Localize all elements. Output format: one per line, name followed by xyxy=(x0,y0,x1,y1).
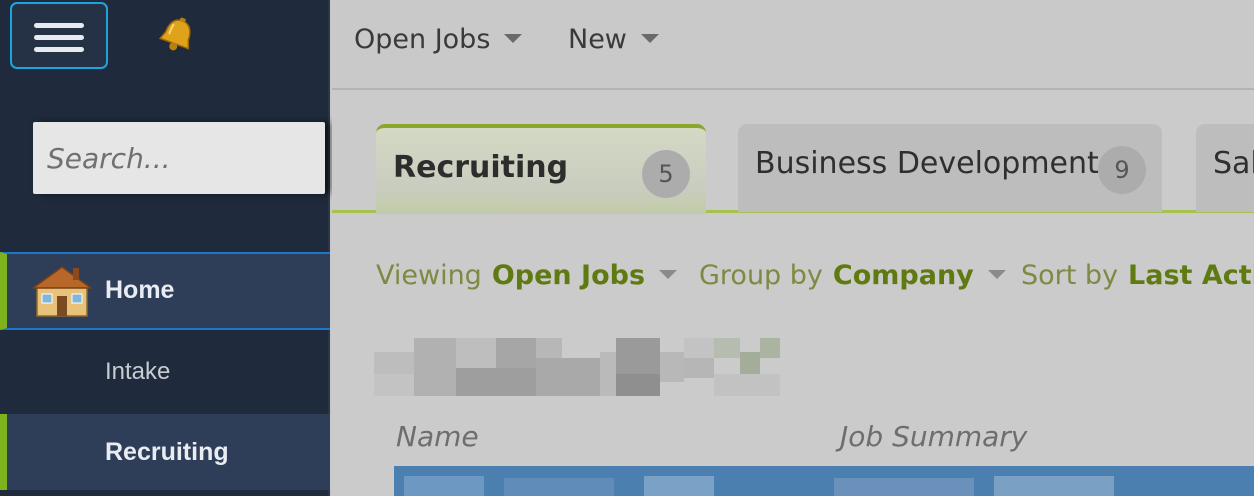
count-badge: 9 xyxy=(1098,146,1146,194)
caret-down-icon xyxy=(659,270,678,279)
tab-business-development[interactable]: Business Development 9 xyxy=(738,124,1162,212)
house-icon xyxy=(33,266,91,317)
sidebar-item-recruiting[interactable]: Recruiting xyxy=(0,414,330,490)
open-jobs-dropdown[interactable]: Open Jobs xyxy=(354,24,523,55)
count-badge: 5 xyxy=(642,150,690,198)
sidebar-item-home[interactable]: Home xyxy=(0,252,330,330)
search-input[interactable] xyxy=(33,122,325,194)
caret-down-icon xyxy=(987,270,1006,279)
tab-label: Recruiting xyxy=(393,150,569,185)
viewing-label: Viewing xyxy=(376,260,482,291)
open-jobs-label: Open Jobs xyxy=(354,24,491,55)
menu-bar xyxy=(34,47,84,52)
menu-bar xyxy=(34,23,84,28)
new-dropdown[interactable]: New xyxy=(568,24,659,55)
new-label: New xyxy=(568,24,627,55)
caret-down-icon xyxy=(504,34,523,43)
sort-by-value: Last Activ xyxy=(1128,260,1254,291)
viewing-dropdown[interactable]: Viewing Open Jobs xyxy=(376,260,678,291)
sort-by-dropdown[interactable]: Sort by Last Activ xyxy=(1021,260,1254,291)
caret-down-icon xyxy=(640,34,659,43)
tab-sales[interactable]: Sal xyxy=(1196,124,1254,212)
sidebar-item-label: Home xyxy=(105,276,175,304)
table-row[interactable] xyxy=(394,466,1254,496)
group-by-value: Company xyxy=(832,260,974,291)
top-bar: Open Jobs New xyxy=(332,0,1254,90)
sidebar: Home Intake Recruiting xyxy=(0,0,330,496)
group-by-dropdown[interactable]: Group by Company xyxy=(699,260,1006,291)
group-by-label: Group by xyxy=(699,260,823,291)
sidebar-item-label: Recruiting xyxy=(105,438,229,466)
tab-recruiting[interactable]: Recruiting 5 xyxy=(376,124,706,214)
sort-by-label: Sort by xyxy=(1021,260,1119,291)
sidebar-item-intake[interactable]: Intake xyxy=(0,338,330,406)
main-content: Recruiting 5 Business Development 9 Sal … xyxy=(332,90,1254,496)
menu-bar xyxy=(34,35,84,40)
column-header-name[interactable]: Name xyxy=(396,420,479,453)
viewing-value: Open Jobs xyxy=(491,260,646,291)
tab-label: Sal xyxy=(1213,146,1254,181)
sidebar-item-label: Intake xyxy=(105,358,171,385)
bell-icon[interactable] xyxy=(156,16,198,56)
hamburger-menu-button[interactable] xyxy=(10,2,108,69)
column-header-job-summary[interactable]: Job Summary xyxy=(840,420,1027,453)
tab-label: Business Development xyxy=(755,146,1099,181)
